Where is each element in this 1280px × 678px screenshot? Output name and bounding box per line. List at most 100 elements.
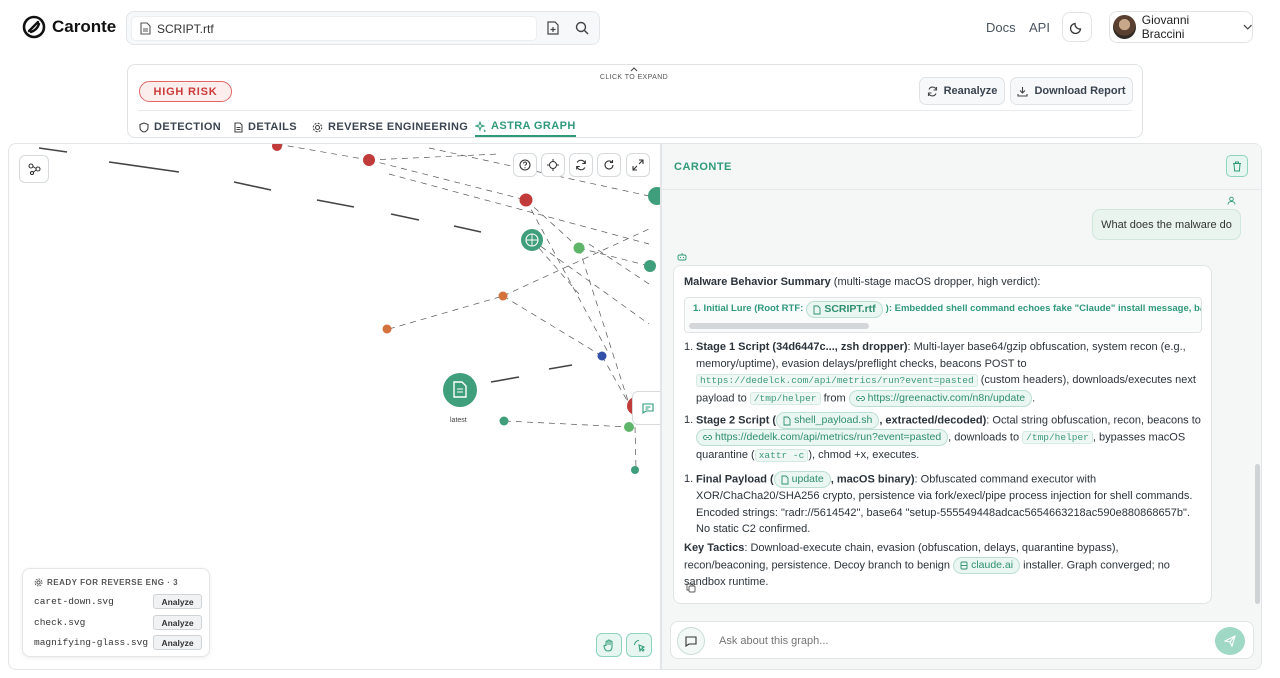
command-code: xattr -c [754,448,809,462]
file-pill-update[interactable]: update [773,471,831,488]
list-item: magnifying-glass.svg Analyze [34,634,202,651]
copy-button[interactable] [686,582,696,599]
expand-toggle[interactable]: CLICK TO EXPAND [584,67,684,81]
file-icon [813,305,821,314]
chat-scrollbar[interactable] [1255,464,1260,604]
upload-file-button[interactable] [541,16,565,40]
theme-toggle-button[interactable] [1062,12,1092,42]
document-icon [234,121,243,133]
refresh-icon [927,86,937,96]
chevron-down-icon [1243,24,1252,30]
cursor-click-icon [633,639,645,652]
analysis-header: HIGH RISK CLICK TO EXPAND Reanalyze Down… [127,64,1143,138]
question-icon [519,159,531,171]
help-button[interactable] [513,153,537,177]
expand-icon [632,159,644,171]
file-icon [140,22,151,35]
avatar [1113,15,1136,39]
download-icon [1017,86,1029,97]
pan-mode-button[interactable] [596,633,622,657]
analyze-button[interactable]: Analyze [153,615,202,630]
search-button[interactable] [570,16,594,40]
sync-icon [576,159,586,171]
chat-mode-button[interactable] [677,627,705,655]
user-name: Giovanni Braccini [1141,13,1190,41]
expand-label: CLICK TO EXPAND [599,74,669,81]
url-pill-dedelk[interactable]: https://dedelk.com/api/metrics/run?event… [696,429,949,446]
graph-network-icon [27,163,41,175]
chat-input[interactable] [719,631,1199,651]
domain-pill-claude[interactable]: claude.ai [953,556,1021,574]
sparkle-icon [475,120,486,132]
message-square-icon [685,635,697,647]
copy-icon [686,583,696,593]
relayout-button[interactable] [569,153,593,177]
tab-reverse-engineering[interactable]: REVERSE ENGINEERING [312,117,468,137]
user-message: What does the malware do [1092,209,1241,240]
file-name-field[interactable]: SCRIPT.rtf [131,16,537,41]
shield-icon [139,121,149,133]
download-report-button[interactable]: Download Report [1010,77,1133,105]
nav-docs[interactable]: Docs [986,20,1016,35]
url-pill-greenactiv[interactable]: https://greenactiv.com/n8n/update [848,389,1033,407]
user-menu-button[interactable]: Giovanni Braccini [1109,11,1253,43]
crosshair-icon [547,159,559,171]
chat-header: CARONTE [662,144,1261,190]
gear-icon [34,578,43,587]
graph-node-icons [453,233,539,398]
risk-badge: HIGH RISK [139,81,232,102]
send-button[interactable] [1215,627,1245,655]
bot-icon [677,253,687,261]
initial-lure-code-block[interactable]: 1. Initial Lure (Root RTF: SCRIPT.rtf ):… [684,297,1202,333]
graph-layout-button[interactable] [19,155,49,183]
graph-nodes[interactable] [272,144,661,474]
logo[interactable]: Caronte [22,15,116,39]
chat-panel: CARONTE What does the malware do Malware… [661,143,1262,670]
list-item: check.svg Analyze [34,614,202,631]
assistant-message: Malware Behavior Summary (multi-stage ma… [673,265,1212,604]
link-icon [703,435,712,440]
file-plus-icon [547,21,559,35]
center-graph-button[interactable] [541,153,565,177]
toggle-chat-button[interactable] [632,391,660,425]
reanalyze-label: Reanalyze [943,85,998,97]
path-code: /tmp/helper [749,391,821,405]
tab-astra-graph[interactable]: ASTRA GRAPH [475,117,576,137]
caronte-logo-icon [22,15,46,39]
send-icon [1224,635,1236,647]
file-pill-shell-payload[interactable]: shell_payload.sh [776,412,880,429]
tab-detection[interactable]: DETECTION [139,117,221,137]
node-label-latest: latest [450,417,467,424]
file-name: SCRIPT.rtf [157,21,214,36]
tab-details[interactable]: DETAILS [234,117,297,137]
reanalyze-button[interactable]: Reanalyze [919,77,1005,105]
list-item: 1. Final Payload ( update , macOS binary… [684,471,1193,535]
reverse-queue-title: READY FOR REVERSE ENG · 3 [47,578,179,587]
chat-title: CARONTE [674,161,732,173]
reset-graph-button[interactable] [597,153,621,177]
search-icon [575,21,589,35]
nav-api[interactable]: API [1029,20,1050,35]
fullscreen-button[interactable] [626,153,650,177]
analyze-button[interactable]: Analyze [153,594,202,609]
clear-chat-button[interactable] [1226,155,1248,177]
horizontal-scrollbar[interactable] [689,323,869,329]
analyze-button[interactable]: Analyze [153,635,202,650]
user-icon [1227,196,1236,205]
chevron-up-icon [630,67,638,72]
file-icon [781,475,789,484]
top-bar: Caronte SCRIPT.rtf Docs API Giovanni Bra… [0,0,1280,56]
moon-icon [1070,22,1082,34]
link-icon [855,395,865,401]
astra-graph-panel[interactable]: latest READY FOR REVERSE ENG · 3 caret-d… [8,143,661,670]
select-mode-button[interactable] [626,633,652,657]
download-report-label: Download Report [1034,85,1126,97]
file-pill-script-rtf[interactable]: SCRIPT.rtf [806,301,883,318]
gear-icon [312,122,323,132]
file-search-bar: SCRIPT.rtf [126,11,600,45]
list-item: 1. Stage 2 Script ( shell_payload.sh , e… [684,412,1201,462]
list-item: caret-down.svg Analyze [34,593,202,610]
graph-edges [38,147,573,383]
chat-input-bar [670,621,1254,659]
tabs-divider [138,110,1132,111]
